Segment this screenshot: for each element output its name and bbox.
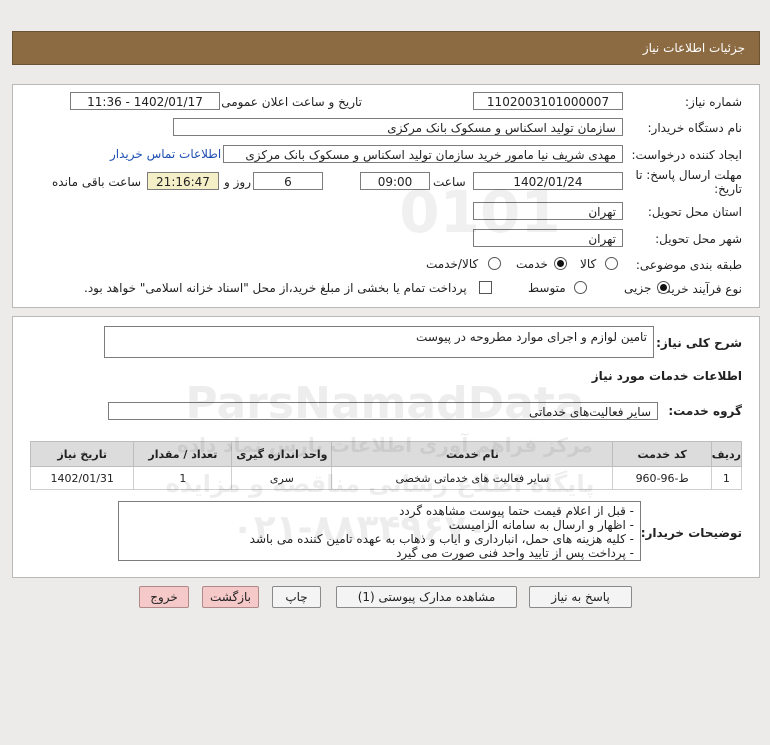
- category-label: طبقه بندی موضوعی:: [635, 258, 742, 272]
- col-service-code: کد خدمت: [612, 441, 712, 467]
- deadline-label: مهلت ارسال پاسخ: تا: [635, 168, 742, 182]
- need-number-label: شماره نیاز:: [685, 95, 742, 109]
- treasury-payment-note: پرداخت تمام یا بخشی از مبلغ خرید،از محل …: [84, 281, 467, 295]
- reply-button[interactable]: پاسخ به نیاز: [529, 586, 632, 608]
- buyer-org-label: نام دستگاه خریدار:: [647, 121, 743, 135]
- buyer-note-3: - کلیه هزینه های حمل، انبارداری و ایاب و…: [249, 532, 634, 546]
- cell-service-name: سایر فعالیت های خدماتی شخصی: [331, 466, 614, 490]
- service-group-label: گروه خدمت:: [668, 404, 742, 418]
- need-summary-field: تامین لوازم و اجرای موارد مطروحه در پیوس…: [104, 326, 654, 358]
- remaining-days-field: 6: [253, 172, 323, 190]
- treasury-payment-checkbox[interactable]: [479, 281, 492, 294]
- cell-service-code: ط-96-960: [612, 466, 712, 490]
- category-option-goods: کالا: [580, 257, 597, 271]
- exit-button[interactable]: خروج: [139, 586, 189, 608]
- process-option-minor: جزیی: [624, 281, 652, 295]
- remaining-time-field: 21:16:47: [147, 172, 219, 190]
- col-row: ردیف: [710, 441, 743, 467]
- col-quantity: تعداد / مقدار: [133, 441, 233, 467]
- category-option-goods-service: کالا/خدمت: [426, 257, 479, 271]
- deadline-time-field: 09:00: [360, 172, 430, 190]
- process-radio-minor[interactable]: [657, 281, 670, 294]
- announce-datetime-field: 1402/01/17 - 11:36: [70, 92, 220, 110]
- need-number-field: 1102003101000007: [473, 92, 623, 110]
- process-option-medium: متوسط: [528, 281, 566, 295]
- page-header: جزئیات اطلاعات نیاز: [12, 31, 760, 65]
- cell-quantity: 1: [133, 466, 233, 490]
- category-option-service: خدمت: [516, 257, 548, 271]
- service-group-field: سایر فعالیت‌های خدماتی: [108, 402, 658, 420]
- table-row: 1 ط-96-960 سایر فعالیت های خدماتی شخصی س…: [29, 466, 743, 490]
- cell-unit: سری: [231, 466, 333, 490]
- delivery-province-label: استان محل تحویل:: [647, 205, 742, 219]
- category-radio-service[interactable]: [554, 257, 567, 270]
- buyer-note-1: - قبل از اعلام قیمت حتما پیوست مشاهده گر…: [399, 504, 634, 518]
- cell-row: 1: [710, 466, 743, 490]
- buyer-contact-link[interactable]: اطلاعات تماس خریدار: [110, 147, 221, 161]
- deadline-label-date: تاریخ:: [714, 182, 742, 196]
- buyer-org-field: سازمان تولید اسکناس و مسکوک بانک مرکزی: [173, 118, 623, 136]
- category-radio-goods[interactable]: [605, 257, 618, 270]
- print-button[interactable]: چاپ: [272, 586, 321, 608]
- delivery-province-field: تهران: [473, 202, 623, 220]
- page-title: جزئیات اطلاعات نیاز: [642, 41, 745, 55]
- back-button[interactable]: بازگشت: [202, 586, 259, 608]
- process-radio-medium[interactable]: [574, 281, 587, 294]
- process-type-label: نوع فرآیند خرید :: [657, 282, 742, 296]
- services-heading: اطلاعات خدمات مورد نیاز: [591, 369, 742, 383]
- remaining-time-label: ساعت باقی مانده: [52, 175, 142, 189]
- cell-need-date: 1402/01/31: [29, 466, 135, 490]
- delivery-city-field: تهران: [473, 229, 623, 247]
- buyer-notes-label: توضیحات خریدار:: [640, 526, 742, 540]
- buyer-note-4: - پرداخت پس از تایید واحد فنی صورت می گی…: [396, 546, 634, 560]
- view-attachments-button[interactable]: مشاهده مدارک پیوستی (1): [336, 586, 517, 608]
- services-table-header: ردیف کد خدمت نام خدمت واحد اندازه گیری ت…: [29, 441, 743, 467]
- announce-datetime-label: تاریخ و ساعت اعلان عمومی:: [217, 95, 362, 109]
- col-service-name: نام خدمت: [331, 441, 614, 467]
- remaining-days-label: روز و: [224, 175, 251, 189]
- buyer-notes-box: - قبل از اعلام قیمت حتما پیوست مشاهده گر…: [118, 501, 641, 561]
- buyer-note-2: - اظهار و ارسال به سامانه الزامیست: [448, 518, 634, 532]
- category-radio-goods-service[interactable]: [488, 257, 501, 270]
- delivery-city-label: شهر محل تحویل:: [655, 232, 742, 246]
- need-summary-label: شرح کلی نیاز:: [656, 336, 742, 350]
- col-need-date: تاریخ نیاز: [29, 441, 135, 467]
- col-unit: واحد اندازه گیری: [231, 441, 333, 467]
- requester-label: ایجاد کننده درخواست:: [631, 148, 742, 162]
- services-table: ردیف کد خدمت نام خدمت واحد اندازه گیری ت…: [29, 441, 743, 490]
- deadline-time-label: ساعت: [433, 175, 466, 189]
- requester-field: مهدی شریف نیا مامور خرید سازمان تولید اس…: [223, 145, 623, 163]
- deadline-date-field: 1402/01/24: [473, 172, 623, 190]
